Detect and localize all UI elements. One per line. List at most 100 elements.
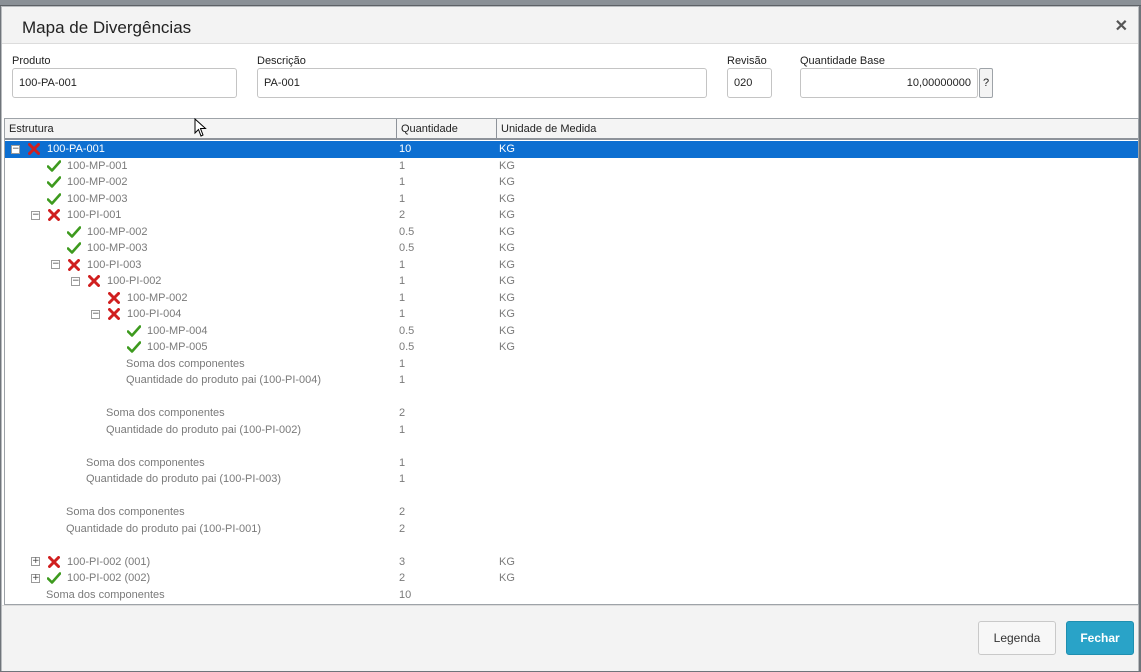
tree-row[interactable]: − 100-PI-001 2 KG <box>5 207 1138 224</box>
unit-cell: KG <box>499 324 515 337</box>
summary-row[interactable]: Quantidade do produto pai (100-PI-004) 1 <box>5 372 1138 389</box>
check-icon <box>126 340 142 354</box>
unit-cell: KG <box>499 242 515 254</box>
summary-row[interactable] <box>5 488 1138 505</box>
structure-label: Soma dos componentes <box>86 456 205 469</box>
collapse-icon[interactable]: − <box>51 260 60 270</box>
structure-label: 100-MP-003 <box>67 192 128 205</box>
tree-node: − 100-PA-001 <box>11 141 105 158</box>
summary-row[interactable]: Quantidade do produto pai (100-PI-002) 1 <box>5 422 1138 439</box>
tree-node: 100-MP-003 <box>51 240 148 257</box>
structure-grid: Estrutura Quantidade Unidade de Medida −… <box>4 118 1139 605</box>
expand-icon[interactable]: + <box>31 573 40 583</box>
tree-row[interactable]: − 100-PA-001 10 KG <box>5 141 1138 158</box>
tree-row[interactable]: 100-MP-003 0.5 KG <box>5 240 1138 257</box>
unit-cell: KG <box>499 176 515 188</box>
structure-label: 100-PI-002 (001) <box>67 555 151 568</box>
summary-row[interactable]: Quantidade do produto pai (100-PI-001) 2 <box>5 521 1138 538</box>
structure-label: 100-MP-004 <box>147 324 208 337</box>
quantity-cell: 1 <box>399 176 406 188</box>
unit-cell: KG <box>499 258 515 271</box>
mouse-cursor-icon <box>194 118 207 137</box>
x-icon <box>66 258 82 272</box>
summary-row[interactable] <box>5 389 1138 406</box>
tree-node: 100-MP-002 <box>91 290 188 307</box>
grid-rows: − 100-PA-001 10 KG 100-MP-001 1 KG 100-MP-002 1 K… <box>5 141 1138 604</box>
column-header-quantidade[interactable]: Quantidade <box>397 119 497 139</box>
x-icon <box>46 555 62 569</box>
tree-row[interactable]: − 100-PI-002 1 KG <box>5 273 1138 290</box>
revisao-field[interactable]: 020 <box>727 68 772 98</box>
unit-cell: KG <box>499 291 515 304</box>
structure-label: Quantidade do produto pai (100-PI-002) <box>106 423 302 436</box>
tree-node: 100-MP-002 <box>31 174 128 191</box>
tree-node: Quantidade do produto pai (100-PI-003) <box>71 471 281 488</box>
revisao-label: Revisão <box>727 55 767 67</box>
help-button[interactable]: ? <box>979 68 993 98</box>
quantity-cell: 1 <box>399 159 406 172</box>
tree-row[interactable]: − 100-PI-003 1 KG <box>5 257 1138 274</box>
tree-node <box>51 537 66 554</box>
tree-row[interactable]: 100-MP-004 0.5 KG <box>5 323 1138 340</box>
collapse-icon[interactable]: − <box>31 210 40 220</box>
divergence-dialog: Mapa de Divergências ✕ Produto 100-PA-00… <box>1 6 1139 671</box>
summary-row[interactable] <box>5 537 1138 554</box>
summary-row[interactable]: Soma dos componentes 2 <box>5 405 1138 422</box>
x-icon <box>106 291 122 305</box>
structure-label: Quantidade do produto pai (100-PI-003) <box>86 473 282 486</box>
collapse-icon[interactable]: − <box>91 309 100 319</box>
structure-label: Soma dos componentes <box>126 357 245 370</box>
column-header-unidade[interactable]: Unidade de Medida <box>497 119 1138 139</box>
structure-label: 100-PI-004 <box>127 308 182 321</box>
unit-cell: KG <box>499 192 515 205</box>
quantidade-base-field[interactable]: 10,00000000 <box>800 68 978 98</box>
unit-cell: KG <box>499 308 515 320</box>
structure-label: 100-MP-002 <box>127 291 188 304</box>
tree-row[interactable]: 100-MP-002 0.5 KG <box>5 224 1138 241</box>
unit-cell: KG <box>499 143 515 155</box>
unit-cell: KG <box>499 572 515 584</box>
structure-label: 100-MP-003 <box>87 242 148 255</box>
x-icon <box>106 307 122 321</box>
unit-cell: KG <box>499 159 515 172</box>
close-button[interactable]: Fechar <box>1066 621 1134 655</box>
tree-node: Soma dos componentes <box>71 455 205 472</box>
tree-row[interactable]: − 100-PI-004 1 KG <box>5 306 1138 323</box>
tree-node: Quantidade do produto pai (100-PI-002) <box>91 422 301 439</box>
summary-row[interactable]: Soma dos componentes 1 <box>5 356 1138 373</box>
close-icon[interactable]: ✕ <box>1115 16 1128 36</box>
tree-row[interactable]: 100-MP-002 1 KG <box>5 174 1138 191</box>
grid-header: Estrutura Quantidade Unidade de Medida <box>5 119 1138 140</box>
summary-row[interactable]: Soma dos componentes 1 <box>5 455 1138 472</box>
descricao-field[interactable]: PA-001 <box>257 68 707 98</box>
tree-row[interactable]: 100-MP-005 0.5 KG <box>5 339 1138 356</box>
tree-row[interactable]: 100-MP-003 1 KG <box>5 191 1138 208</box>
expand-icon[interactable]: + <box>31 557 40 567</box>
unit-cell: KG <box>499 209 515 221</box>
unit-cell: KG <box>499 275 515 287</box>
tree-row[interactable]: +100-PI-002 (001) 3 KG <box>5 554 1138 571</box>
tree-row[interactable]: +100-PI-002 (002) 2 KG <box>5 570 1138 587</box>
check-icon <box>46 192 62 206</box>
structure-label: Quantidade do produto pai (100-PI-001) <box>66 522 262 535</box>
summary-row[interactable]: Soma dos componentes 10 <box>5 587 1138 604</box>
quantity-cell: 2 <box>399 506 406 518</box>
summary-row[interactable]: Quantidade do produto pai (100-PI-003) 1 <box>5 471 1138 488</box>
tree-node: − 100-PI-003 <box>51 257 141 274</box>
tree-row[interactable]: 100-MP-002 1 KG <box>5 290 1138 307</box>
tree-node: Soma dos componentes <box>31 587 165 604</box>
quantity-cell: 1 <box>399 423 406 436</box>
produto-field[interactable]: 100-PA-001 <box>12 68 237 98</box>
collapse-icon[interactable]: − <box>11 144 20 154</box>
structure-label: 100-MP-001 <box>67 159 128 172</box>
tree-node <box>71 488 86 505</box>
tree-row[interactable]: 100-MP-001 1 KG <box>5 158 1138 175</box>
collapse-icon[interactable]: − <box>71 276 80 286</box>
legend-button[interactable]: Legenda <box>978 621 1056 655</box>
quantity-cell: 10 <box>399 588 412 601</box>
summary-row[interactable]: Soma dos componentes 2 <box>5 504 1138 521</box>
dialog-titlebar: Mapa de Divergências ✕ <box>2 7 1138 44</box>
summary-row[interactable] <box>5 438 1138 455</box>
tree-node: − 100-PI-002 <box>71 273 161 290</box>
quantity-cell: 1 <box>399 357 406 370</box>
